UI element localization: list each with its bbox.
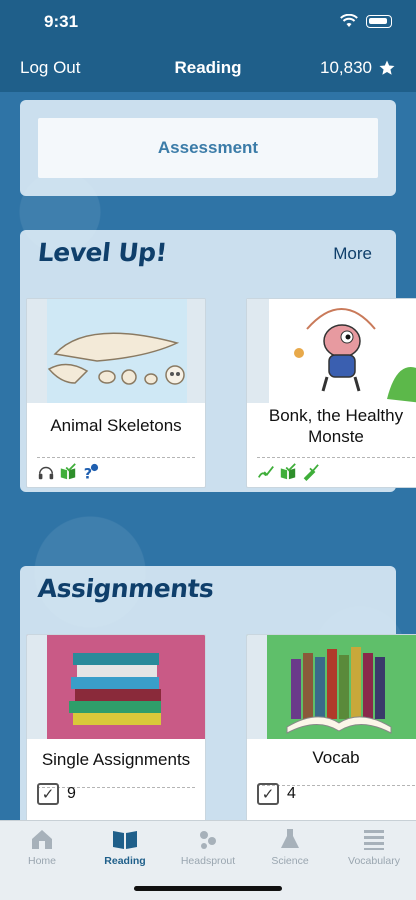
- divider: [257, 457, 415, 458]
- assignment-card-vocab[interactable]: Vocab ✓ 4: [246, 634, 416, 820]
- tab-home[interactable]: Home: [2, 827, 82, 867]
- open-book-icon: [113, 831, 137, 849]
- activity-icons: ?: [37, 463, 99, 481]
- book-cover-image: [247, 299, 416, 403]
- tab-reading[interactable]: Reading: [85, 827, 165, 867]
- activity-icons: [257, 463, 319, 481]
- assignment-title: Vocab: [312, 748, 360, 767]
- assignment-count-value: 9: [67, 785, 76, 802]
- assessment-panel: Assessment: [20, 100, 396, 196]
- skeleton-illustration: [27, 299, 205, 403]
- status-time: 9:31: [44, 12, 79, 31]
- level-up-panel: Level Up! More Animal Skeletons ? Bonk, …: [20, 230, 416, 492]
- quiz-icon: ?: [84, 463, 99, 481]
- home-indicator[interactable]: [134, 886, 282, 891]
- assignment-count: ✓ 4: [257, 783, 296, 805]
- more-link[interactable]: More: [333, 244, 372, 264]
- stars-counter: 10,830: [320, 58, 396, 78]
- tab-science[interactable]: Science: [250, 827, 330, 867]
- book-check-icon: [280, 463, 296, 480]
- assignments-panel: Assignments Single Assignments ✓ 9 Vocab…: [20, 566, 416, 820]
- assessment-button[interactable]: Assessment: [38, 118, 378, 178]
- checkbox-icon: ✓: [257, 783, 279, 805]
- house-icon: [32, 830, 52, 849]
- status-icons: [340, 14, 392, 28]
- section-title-assignments: Assignments: [36, 574, 216, 603]
- stars-count: 10,830: [320, 58, 372, 77]
- list-icon: [364, 830, 384, 850]
- tab-label: Vocabulary: [348, 855, 400, 867]
- section-title-level-up: Level Up!: [36, 238, 169, 267]
- tab-label: Home: [27, 855, 56, 867]
- check-icon: [257, 466, 274, 478]
- headsprout-icon: [200, 831, 216, 849]
- tab-label: Headsprout: [180, 855, 236, 867]
- tab-headsprout[interactable]: Headsprout: [168, 827, 248, 867]
- wifi-icon: [340, 14, 358, 27]
- divider: [37, 457, 195, 458]
- assignment-card-single[interactable]: Single Assignments ✓ 9: [26, 634, 206, 820]
- tab-label: Reading: [104, 855, 146, 867]
- bookshelf-illustration: [247, 635, 392, 739]
- assignment-count-value: 4: [287, 785, 296, 802]
- svg-text:?: ?: [84, 466, 92, 481]
- star-icon: [379, 60, 395, 75]
- book-card-bonk[interactable]: Bonk, the Healthy Monste: [246, 298, 416, 488]
- assignment-title: Single Assignments: [41, 750, 191, 769]
- assignment-image: [27, 635, 205, 739]
- book-title: Animal Skeletons: [50, 416, 182, 435]
- battery-icon: [366, 14, 392, 28]
- book-stack-illustration: [27, 635, 161, 739]
- content-area[interactable]: Assessment Level Up! More Animal Skeleto…: [0, 92, 416, 820]
- top-bar: 9:31 Log Out Reading 10,830: [0, 0, 416, 92]
- book-cover-image: [27, 299, 205, 403]
- book-title: Bonk, the Healthy Monste: [268, 406, 404, 446]
- assignment-count: ✓ 9: [37, 783, 76, 805]
- book-check-icon: [60, 463, 76, 480]
- assignment-image: [247, 635, 416, 739]
- pencil-check-icon: [303, 464, 319, 481]
- checkbox-icon: ✓: [37, 783, 59, 805]
- monster-illustration: [247, 299, 416, 403]
- tab-label: Science: [271, 855, 309, 867]
- tab-vocabulary[interactable]: Vocabulary: [334, 827, 414, 867]
- book-card-animal-skeletons[interactable]: Animal Skeletons ?: [26, 298, 206, 488]
- headphones-icon: [38, 466, 54, 480]
- flask-icon: [281, 829, 299, 848]
